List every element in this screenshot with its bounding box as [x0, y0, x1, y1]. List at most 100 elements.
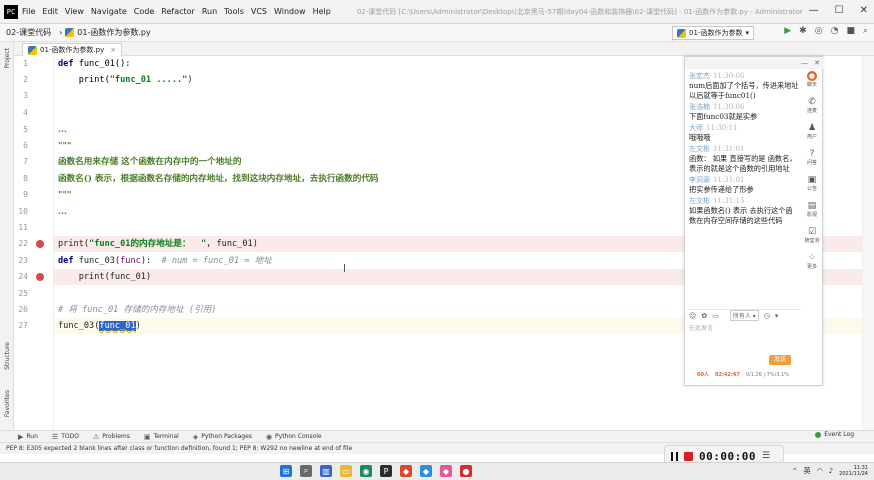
pycharm-logo-icon: PC	[4, 4, 18, 19]
list-icon: ☰	[51, 432, 59, 441]
pycharm-icon[interactable]: P	[380, 465, 392, 477]
flower-icon[interactable]: ✿	[701, 312, 707, 320]
search-icon[interactable]: ⌕	[863, 26, 868, 36]
breadcrumb-project[interactable]: 02-课堂代码	[6, 27, 51, 38]
wifi-icon[interactable]: ◠	[817, 467, 823, 475]
sidebar-item-users[interactable]: ♟ 用户	[807, 124, 817, 141]
menu-code[interactable]: Code	[134, 7, 154, 16]
sidebar-item-quiz[interactable]: ☑ 随堂测	[804, 227, 819, 245]
status-message: PEP 8: E305 expected 2 blank lines after…	[6, 445, 353, 452]
project-tool-tab[interactable]: Project	[4, 48, 11, 69]
emoji-icon[interactable]: ☺	[689, 312, 696, 320]
tool-label: Run	[26, 433, 38, 440]
sidebar-item-video[interactable]: ▤ 影视	[807, 202, 817, 219]
line-number: 22	[18, 239, 28, 248]
tab-01-function-as-param[interactable]: 01-函数作为参数.py ×	[22, 43, 123, 56]
chat-author: 左文彬	[689, 197, 710, 205]
sidebar-item-chat[interactable]: ● 聊天	[806, 71, 817, 88]
breakpoint-icon[interactable]	[36, 240, 44, 248]
menu-window[interactable]: Window	[274, 7, 306, 16]
menu-refactor[interactable]: Refactor	[161, 7, 195, 16]
tool-event-log[interactable]: Event Log	[815, 431, 854, 438]
line-number: 25	[18, 289, 28, 298]
menu-run[interactable]: Run	[202, 7, 217, 16]
menu-help[interactable]: Help	[313, 7, 331, 16]
debug-icon[interactable]: ✱	[799, 26, 807, 36]
tool-python-console[interactable]: ◉ Python Console	[266, 433, 322, 441]
menu-vcs[interactable]: VCS	[251, 7, 267, 16]
favorites-tool-tab[interactable]: Favorites	[4, 390, 11, 417]
chevron-up-icon[interactable]: ⌃	[792, 467, 798, 475]
app-icon[interactable]: ◆	[400, 465, 412, 477]
search-icon[interactable]: ⌕	[300, 465, 312, 477]
recorder-app-icon[interactable]: ●	[460, 465, 472, 477]
minimize-icon[interactable]: —	[809, 5, 819, 16]
title-menu-bar: PC File Edit View Navigate Code Refactor…	[0, 0, 874, 24]
send-button[interactable]: 发送	[769, 355, 791, 365]
run-configuration-label: 01-函数作为参数	[689, 29, 743, 37]
run-configuration-select[interactable]: 01-函数作为参数 ▾	[672, 26, 754, 40]
clock[interactable]: 11:31 2021/11/24	[839, 465, 868, 477]
volume-icon[interactable]: ♪	[829, 467, 833, 475]
terminal-icon: ▣	[143, 432, 151, 441]
coverage-icon[interactable]: ◎	[815, 26, 823, 36]
chat-author: 张宏杰	[689, 72, 710, 80]
sidebar-item-qa[interactable]: ? 问答	[807, 150, 817, 167]
menu-navigate[interactable]: Navigate	[91, 7, 127, 16]
navigation-bar: 02-课堂代码 › 01-函数作为参数.py 01-函数作为参数 ▾ ▶ ✱ ◎…	[0, 24, 874, 42]
tool-terminal[interactable]: ▣ Terminal	[144, 433, 179, 441]
history-icon[interactable]: ◷	[764, 312, 770, 320]
menu-icon[interactable]: ☰	[762, 451, 770, 461]
pause-icon[interactable]	[671, 451, 678, 461]
file-explorer-icon[interactable]: ▭	[340, 465, 352, 477]
chat-message-list[interactable]: 张宏杰 11:30:06 num后面加了个括号，传进来地址以后就等于func01(…	[689, 71, 799, 311]
sidebar-item-more[interactable]: ⁘ 更多	[807, 254, 817, 271]
menu-file[interactable]: File	[22, 7, 35, 16]
tool-problems[interactable]: ⚠ Problems	[93, 433, 130, 441]
chat-time: 11:31:01	[713, 176, 745, 184]
code-line-10: ...	[58, 207, 67, 217]
code-text: , func_01)	[206, 239, 258, 249]
tool-run[interactable]: ▶ Run	[18, 433, 38, 441]
chat-sidebar: ● 聊天 ✆ 连麦 ♟ 用户 ? 问答 ▣ 公告 ▤ 影视 ☑ 随堂测 ⁘ 更多	[801, 71, 823, 311]
browser-icon[interactable]: ◉	[360, 465, 372, 477]
menu-view[interactable]: View	[65, 7, 84, 16]
menu-tools[interactable]: Tools	[224, 7, 244, 16]
app-icon[interactable]: ◆	[420, 465, 432, 477]
code-line-2: print("func_01 .....")	[58, 72, 193, 88]
line-number: 23	[18, 256, 28, 265]
stop-icon[interactable]: ■	[846, 26, 855, 36]
maximize-icon[interactable]: ☐	[835, 5, 844, 16]
menu-edit[interactable]: Edit	[42, 7, 58, 16]
tool-python-packages[interactable]: ◈ Python Packages	[193, 433, 252, 441]
quiz-icon: ☑	[807, 227, 817, 237]
chat-input[interactable]: 在此发言	[689, 323, 713, 332]
app-icon[interactable]: ◆	[440, 465, 452, 477]
sidebar-item-mic[interactable]: ✆ 连麦	[806, 98, 817, 115]
chevron-down-icon[interactable]: ▾	[775, 312, 779, 320]
minimize-icon[interactable]: —	[801, 59, 808, 67]
python-file-icon	[28, 45, 37, 55]
task-view-icon[interactable]: ▥	[320, 465, 332, 477]
breakpoint-icon[interactable]	[36, 273, 44, 281]
sidebar-label: 连麦	[806, 108, 817, 114]
image-icon[interactable]: ▭	[712, 312, 719, 320]
recipient-select[interactable]: 所有人 ▾	[729, 310, 759, 321]
chat-message-header: 张宏杰 11:30:06	[689, 71, 799, 81]
ime-indicator[interactable]: 英	[804, 466, 811, 476]
sidebar-item-notice[interactable]: ▣ 公告	[807, 176, 817, 193]
run-icon[interactable]: ▶	[784, 26, 791, 36]
line-number: 8	[23, 174, 28, 183]
breadcrumb-file[interactable]: › 01-函数作为参数.py	[59, 27, 151, 38]
close-icon[interactable]: ✕	[860, 5, 868, 16]
close-icon[interactable]: ✕	[814, 59, 820, 67]
profile-icon[interactable]: ◔	[831, 26, 839, 36]
structure-tool-tab[interactable]: Structure	[4, 342, 11, 370]
chat-status-bar: 60人 02:42:47 0/1.26 | 7%/3.1%	[697, 371, 789, 379]
tool-todo[interactable]: ☰ TODO	[52, 433, 79, 441]
close-tab-icon[interactable]: ×	[110, 46, 116, 54]
line-number: 2	[23, 75, 28, 84]
stop-record-icon[interactable]	[684, 451, 693, 461]
windows-start-icon[interactable]: ⊞	[280, 465, 292, 477]
editor-tab-bar: 01-函数作为参数.py ×	[14, 42, 874, 56]
